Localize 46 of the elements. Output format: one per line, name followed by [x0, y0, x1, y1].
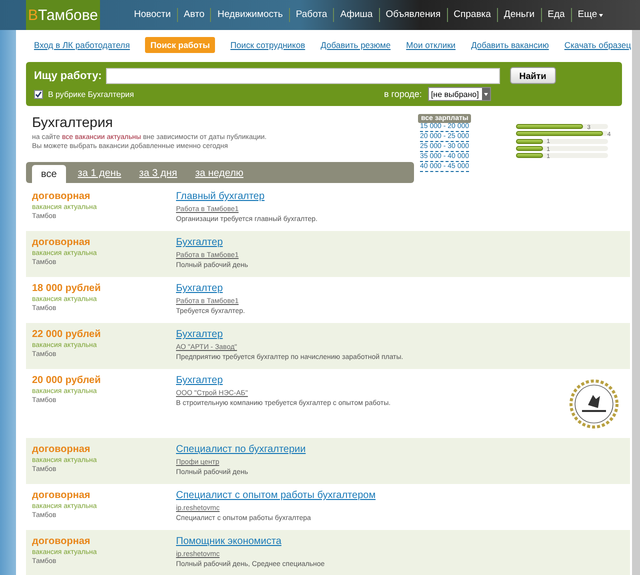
- period-tab[interactable]: все: [32, 165, 66, 183]
- subnav-link[interactable]: Добавить вакансию: [471, 38, 549, 52]
- nav-link[interactable]: Авто: [176, 8, 210, 22]
- subnav-link[interactable]: Добавить резюме: [320, 38, 391, 52]
- nav-link[interactable]: Деньги: [496, 8, 541, 22]
- salary-text: договорная: [32, 536, 90, 548]
- salary-text: договорная: [32, 444, 90, 456]
- vacancy-link[interactable]: Бухгалтер: [176, 237, 223, 249]
- nav-link[interactable]: Еда: [540, 8, 571, 22]
- nav-link[interactable]: Недвижимость: [210, 8, 289, 22]
- subnav-link[interactable]: Поиск сотрудников: [230, 38, 306, 52]
- period-tab[interactable]: за 3 дня: [137, 168, 180, 183]
- vacancy-link[interactable]: Бухгалтер: [176, 283, 223, 295]
- salary-text: договорная: [32, 490, 90, 502]
- rubric-title: Бухгалтерия: [32, 114, 114, 130]
- nav-link[interactable]: Объявления: [378, 8, 447, 22]
- salary-text: договорная: [32, 191, 90, 203]
- salary-text: договорная: [32, 237, 90, 249]
- vacancy-link[interactable]: Специалист по бухгалтерии: [176, 444, 306, 456]
- nav-link[interactable]: Справка: [446, 8, 497, 22]
- nav-link[interactable]: Еще: [570, 8, 610, 22]
- vacancy-link[interactable]: Помощник экономиста: [176, 536, 282, 548]
- find-button[interactable]: Найти: [510, 67, 556, 84]
- nav-link[interactable]: Работа: [288, 8, 334, 22]
- period-tab[interactable]: за неделю: [193, 168, 246, 183]
- rubric-label: В рубрике Бухгалтерия: [48, 90, 134, 98]
- city-label: в городе:: [384, 89, 422, 99]
- caret-icon: [599, 14, 604, 16]
- search-field[interactable]: [106, 68, 500, 84]
- salary-text: 22 000 рублей: [32, 329, 101, 341]
- period-tab[interactable]: за 1 день: [76, 168, 124, 183]
- salary-text: 20 000 рублей: [32, 375, 101, 387]
- vacancy-link[interactable]: Бухгалтер: [176, 329, 223, 341]
- vacancy-link[interactable]: Специалист с опытом работы бухгалтером: [176, 490, 376, 502]
- subnav-link[interactable]: Мои отклики: [406, 38, 456, 52]
- rubric-checkbox[interactable]: [34, 90, 43, 98]
- subnav-link[interactable]: Скачать образец: [564, 38, 631, 52]
- subnav-link[interactable]: Вход в ЛК работодателя: [34, 38, 130, 52]
- nav-link[interactable]: Афиша: [333, 8, 379, 22]
- salary-text: 18 000 рублей: [32, 283, 101, 295]
- vacancy-link[interactable]: Главный бухгалтер: [176, 191, 265, 203]
- vacancy-link[interactable]: Бухгалтер: [176, 375, 223, 387]
- city-select[interactable]: [не выбрано]: [428, 87, 491, 101]
- search-label: Ищу работу:: [34, 70, 102, 82]
- nav-link[interactable]: Новости: [128, 8, 177, 22]
- site-logo[interactable]: ВТамбове: [26, 0, 100, 30]
